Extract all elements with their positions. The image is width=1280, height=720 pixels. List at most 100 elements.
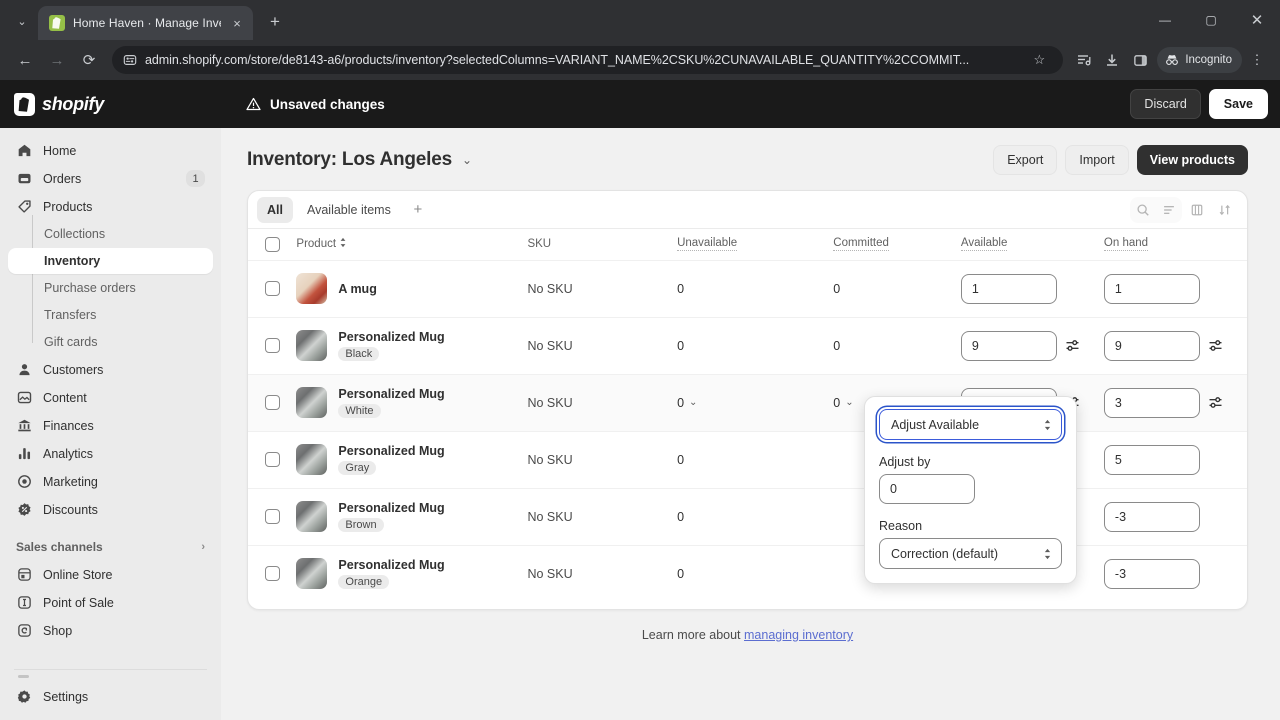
row-select-cell (248, 544, 297, 602)
incognito-indicator[interactable]: Incognito (1157, 47, 1242, 73)
new-tab-button[interactable]: + (261, 8, 289, 36)
forward-button[interactable]: → (42, 45, 72, 75)
site-settings-icon[interactable] (123, 53, 137, 67)
download-icon[interactable] (1099, 47, 1125, 73)
sidebar-item-transfers[interactable]: Transfers (8, 302, 213, 328)
page-header: Inventory: Los Angeles ⌄ Export Import V… (247, 142, 1248, 178)
filter-icon[interactable] (1156, 197, 1182, 223)
window-controls: — ▢ ✕ (1142, 0, 1280, 40)
row-checkbox[interactable] (265, 566, 280, 582)
on-hand-quantity-input[interactable]: 1 (1103, 273, 1200, 304)
reload-button[interactable]: ⟳ (74, 45, 104, 75)
sidebar-item-online-store[interactable]: Online Store (8, 561, 213, 588)
shopify-logo[interactable]: shopify (14, 92, 220, 116)
adjust-mode-select[interactable]: Adjust Available (879, 409, 1062, 440)
browser-chrome: ⌄ Home Haven · Manage Inventor × + ← → ⟳… (0, 0, 1280, 80)
search-icon[interactable] (1130, 197, 1156, 223)
managing-inventory-link[interactable]: managing inventory (744, 628, 853, 642)
url-bar[interactable]: admin.shopify.com/store/de8143-a6/produc… (112, 46, 1064, 74)
tab-search-dropdown-icon[interactable]: ⌄ (8, 7, 36, 35)
add-view-button[interactable]: + (405, 197, 431, 223)
table-row[interactable]: Personalized Mug Gray No SKU 0 5 (248, 430, 1247, 488)
sku-cell: No SKU (527, 373, 678, 431)
table-row[interactable]: Personalized Mug Black No SKU 0 0 9 9 (248, 316, 1247, 374)
sidebar-item-inventory[interactable]: Inventory (8, 248, 213, 274)
adjust-sliders-icon[interactable] (1206, 393, 1226, 413)
adjust-sliders-icon[interactable] (1206, 336, 1226, 356)
sidebar-item-discounts[interactable]: Discounts (8, 496, 213, 523)
sidebar-item-home[interactable]: Home (8, 137, 213, 164)
adjust-sliders-icon[interactable] (1063, 336, 1083, 356)
location-chevron-down-icon[interactable]: ⌄ (462, 153, 472, 167)
window-minimize-button[interactable]: — (1142, 0, 1188, 40)
close-icon[interactable]: × (229, 16, 245, 31)
available-quantity-input[interactable]: 1 (960, 273, 1057, 304)
row-checkbox[interactable] (265, 395, 280, 410)
finances-bank-icon (16, 417, 33, 434)
sales-channels-section-header[interactable]: Sales channels › (8, 533, 213, 561)
sidebar-item-marketing[interactable]: Marketing (8, 468, 213, 495)
row-checkbox[interactable] (265, 338, 280, 353)
row-checkbox[interactable] (265, 281, 280, 296)
sidebar-item-finances[interactable]: Finances (8, 412, 213, 439)
on-hand-quantity-input[interactable]: 5 (1103, 444, 1200, 475)
on-hand-quantity-input[interactable]: -3 (1103, 558, 1200, 589)
back-button[interactable]: ← (10, 45, 40, 75)
shopify-topbar: shopify Unsaved changes Discard Save (0, 80, 1280, 128)
sidebar-item-shop[interactable]: Shop (8, 617, 213, 644)
unavailable-cell: 0 (677, 316, 834, 374)
chevron-down-icon[interactable]: ⌄ (845, 397, 853, 408)
row-checkbox[interactable] (265, 509, 280, 524)
available-quantity-input[interactable]: 9 (960, 330, 1057, 361)
discard-button[interactable]: Discard (1130, 89, 1201, 119)
adjust-by-input[interactable]: 0 (879, 474, 975, 504)
column-header-product[interactable]: Product (296, 229, 527, 260)
sidebar-item-products[interactable]: Products (8, 193, 213, 220)
column-label: Available (960, 237, 1008, 250)
import-button[interactable]: Import (1065, 145, 1129, 175)
reason-select[interactable]: Correction (default) (879, 538, 1062, 569)
row-checkbox[interactable] (265, 452, 280, 467)
sidebar-item-point-of-sale[interactable]: Point of Sale (8, 589, 213, 616)
chevron-right-icon[interactable]: › (201, 541, 205, 553)
select-all-checkbox[interactable] (265, 236, 280, 252)
browser-menu-icon[interactable]: ⋮ (1244, 47, 1270, 73)
sidebar-item-purchase-orders[interactable]: Purchase orders (8, 275, 213, 301)
sidebar-item-customers[interactable]: Customers (8, 356, 213, 383)
sort-arrows-icon[interactable] (339, 237, 347, 251)
table-row[interactable]: Personalized Mug Orange No SKU 0 -3 (248, 544, 1247, 602)
tab-available-items[interactable]: Available items (297, 197, 401, 223)
sidebar-item-analytics[interactable]: Analytics (8, 440, 213, 467)
window-maximize-button[interactable]: ▢ (1188, 0, 1234, 40)
sidebar-item-orders[interactable]: Orders 1 (8, 165, 213, 192)
chevron-down-icon[interactable]: ⌄ (689, 397, 697, 408)
save-button[interactable]: Save (1208, 89, 1268, 119)
side-panel-icon[interactable] (1127, 47, 1153, 73)
on-hand-quantity-input[interactable]: 3 (1103, 387, 1200, 418)
sidebar-item-settings[interactable]: Settings (8, 683, 213, 710)
window-close-button[interactable]: ✕ (1234, 0, 1280, 40)
sku-value: No SKU (527, 566, 573, 581)
browser-tab[interactable]: Home Haven · Manage Inventor × (38, 6, 253, 40)
table-row[interactable]: Personalized MugWhiteNo SKU0⌄0⌄33 (248, 373, 1247, 431)
view-products-button[interactable]: View products (1136, 145, 1248, 175)
sidebar-item-content[interactable]: Content (8, 384, 213, 411)
columns-icon[interactable] (1184, 197, 1210, 223)
column-header-on-hand: On hand (1103, 229, 1247, 260)
on-hand-quantity-input[interactable]: -3 (1103, 501, 1200, 532)
table-row[interactable]: Personalized Mug Brown No SKU 0 -3 (248, 487, 1247, 545)
tab-all[interactable]: All (257, 196, 293, 223)
sidebar-item-collections[interactable]: Collections (8, 221, 213, 247)
sidebar-collapse-handle[interactable] (18, 675, 29, 678)
table-row[interactable]: A mug No SKU 0 0 1 1 (248, 259, 1247, 317)
sidebar-item-gift-cards[interactable]: Gift cards (8, 329, 213, 355)
split-view-icon[interactable] (1071, 47, 1097, 73)
unavailable-value: 0 ⌄ (677, 395, 698, 410)
available-quantity-wrap: 9 (960, 330, 1104, 361)
on-hand-quantity-input[interactable]: 9 (1103, 330, 1200, 361)
sort-icon[interactable] (1212, 197, 1238, 223)
sidebar-item-label: Finances (43, 418, 94, 433)
export-button[interactable]: Export (993, 145, 1058, 175)
bookmark-star-icon[interactable]: ☆ (1026, 47, 1052, 73)
column-label: SKU (527, 238, 552, 251)
